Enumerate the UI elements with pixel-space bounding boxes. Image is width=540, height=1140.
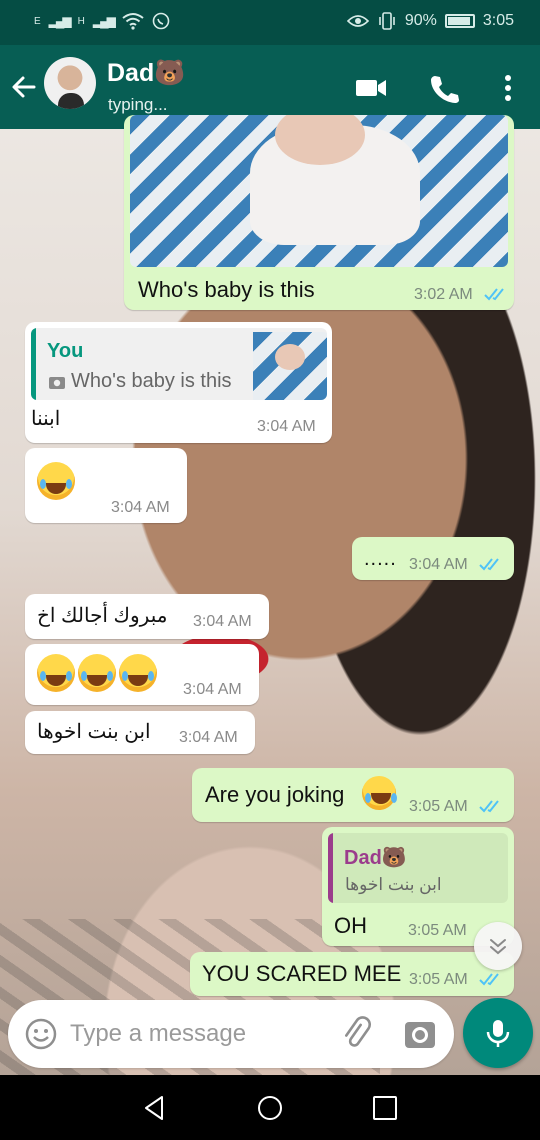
- quote-baby-face: [275, 344, 305, 370]
- read-ticks-icon: [479, 558, 499, 571]
- contact-name[interactable]: Dad🐻: [107, 59, 185, 88]
- status-time: 3:05: [482, 12, 514, 29]
- message-time: 3:04 AM: [257, 418, 316, 435]
- contact-status: typing...: [108, 95, 168, 114]
- scroll-down-button[interactable]: [474, 922, 522, 970]
- message-text: ابننا: [31, 408, 61, 430]
- message-time: 3:04 AM: [111, 499, 170, 516]
- camera-small-icon: [49, 377, 65, 389]
- quote-bar: [328, 833, 333, 903]
- message-emoji-incoming[interactable]: 3:04 AM: [25, 644, 259, 705]
- quote-author: Dad🐻: [344, 847, 407, 869]
- nav-recents-icon[interactable]: [370, 1093, 400, 1123]
- status-left: E ▂▄▆ H ▂▄▆: [34, 12, 170, 30]
- avatar[interactable]: [44, 57, 96, 109]
- status-right: 90% 3:05: [346, 12, 514, 30]
- message-time: 3:04 AM: [409, 556, 468, 573]
- attach-icon[interactable]: [338, 1016, 372, 1050]
- emoji-row: [37, 462, 75, 500]
- back-arrow-icon[interactable]: [10, 73, 38, 101]
- quoted-message[interactable]: You Who's baby is this: [31, 328, 327, 400]
- quote-bar: [31, 328, 36, 400]
- composer: [8, 1000, 454, 1068]
- signal-2-label: H: [77, 15, 85, 27]
- message-text-outgoing[interactable]: ..... 3:04 AM: [352, 537, 514, 580]
- read-ticks-icon: [479, 973, 499, 986]
- message-reply-incoming[interactable]: You Who's baby is this ابننا 3:04 AM: [25, 322, 332, 443]
- message-text: .....: [364, 548, 397, 570]
- more-vert-icon[interactable]: [500, 73, 532, 103]
- signal-2-icon: ▂▄▆: [92, 14, 116, 28]
- camera-icon[interactable]: [402, 1016, 438, 1052]
- laughing-emoji-icon: [37, 654, 75, 692]
- nav-home-icon[interactable]: [255, 1093, 285, 1123]
- quoted-message[interactable]: Dad🐻 ابن بنت اخوها: [328, 833, 508, 903]
- message-text-incoming[interactable]: ابن بنت اخوها 3:04 AM: [25, 711, 255, 754]
- quote-text: Who's baby is this: [71, 370, 232, 392]
- message-text: OH: [334, 913, 367, 938]
- crying-emoji-icon: [362, 776, 396, 810]
- laughing-emoji-icon: [37, 462, 75, 500]
- message-input[interactable]: [70, 1010, 320, 1058]
- message-time: 3:05 AM: [409, 971, 468, 988]
- signal-1-icon: ▂▄▆: [48, 14, 72, 28]
- read-ticks-icon: [479, 800, 499, 813]
- message-text-incoming[interactable]: مبروك أجالك اخ 3:04 AM: [25, 594, 269, 639]
- message-time: 3:02 AM: [414, 286, 473, 303]
- wifi-icon: [122, 13, 144, 30]
- whatsapp-notification-icon: [152, 12, 170, 30]
- quote-author: You: [47, 340, 84, 362]
- battery-icon: [444, 14, 475, 28]
- video-call-icon[interactable]: [355, 73, 387, 103]
- message-text: ابن بنت اخوها: [37, 721, 151, 743]
- message-time: 3:05 AM: [409, 798, 468, 815]
- message-time: 3:04 AM: [183, 681, 242, 698]
- system-nav-bar: [0, 1075, 540, 1140]
- mic-icon: [486, 1020, 510, 1047]
- status-bar: E ▂▄▆ H ▂▄▆ 90% 3:05: [0, 0, 540, 45]
- quote-text: ابن بنت اخوها: [345, 875, 442, 894]
- message-emoji-incoming[interactable]: 3:04 AM: [25, 448, 187, 523]
- signal-1-label: E: [34, 15, 41, 27]
- phone-icon[interactable]: [428, 73, 460, 103]
- message-text: Are you joking: [205, 782, 345, 807]
- message-time: 3:05 AM: [408, 922, 467, 939]
- battery-percent: 90%: [404, 12, 437, 29]
- message-text-outgoing[interactable]: Are you joking 3:05 AM: [192, 768, 514, 822]
- message-image-outgoing[interactable]: Who's baby is this 3:02 AM: [124, 115, 514, 310]
- vibrate-icon: [379, 12, 395, 30]
- image-thumbnail[interactable]: [130, 115, 508, 267]
- nav-back-icon[interactable]: [140, 1093, 170, 1123]
- emoji-icon[interactable]: [24, 1017, 58, 1051]
- message-text: Who's baby is this: [138, 277, 315, 302]
- message-text-outgoing[interactable]: YOU SCARED MEE 3:05 AM: [190, 952, 514, 996]
- read-ticks-icon: [484, 288, 504, 301]
- scroll-down-icon: [490, 939, 506, 955]
- eye-icon: [346, 15, 369, 27]
- laughing-emoji-icon: [78, 654, 116, 692]
- message-time: 3:04 AM: [179, 729, 238, 746]
- message-time: 3:04 AM: [193, 613, 252, 630]
- message-text: YOU SCARED MEE: [202, 961, 402, 986]
- laughing-emoji-icon: [119, 654, 157, 692]
- emoji-row: [37, 654, 157, 692]
- message-text: مبروك أجالك اخ: [37, 605, 168, 627]
- quote-thumbnail: [253, 332, 327, 400]
- mic-button[interactable]: [463, 998, 533, 1068]
